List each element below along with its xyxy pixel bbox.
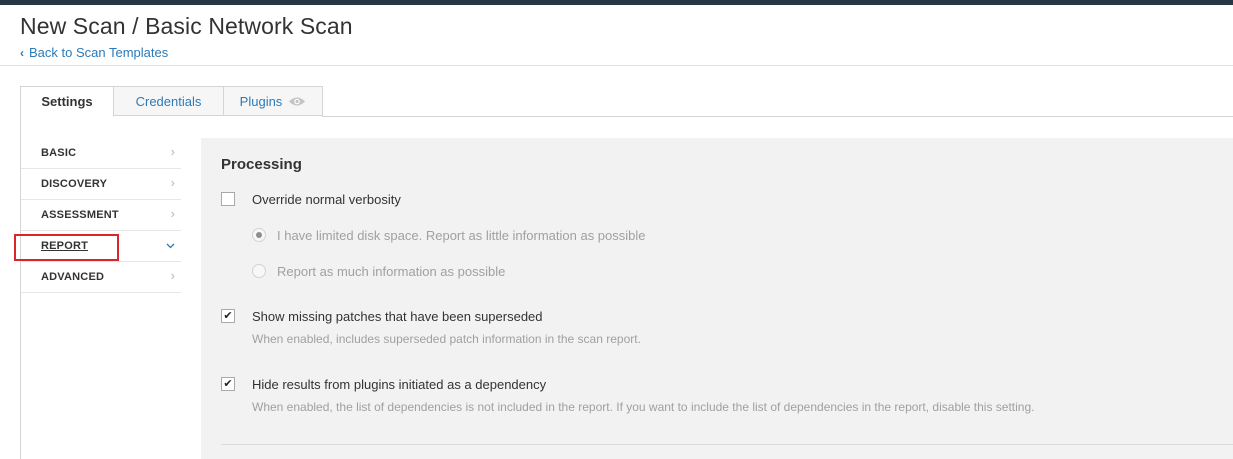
checkmark-icon: ✔	[223, 309, 233, 322]
superseded-checkbox[interactable]: ✔	[221, 309, 235, 323]
hide-dependency-checkbox[interactable]: ✔	[221, 377, 235, 391]
section-title: Processing	[221, 156, 302, 173]
sidebar-item-label: ASSESSMENT	[41, 209, 119, 221]
hide-dependency-label: Hide results from plugins initiated as a…	[252, 377, 547, 392]
override-verbosity-label: Override normal verbosity	[252, 192, 401, 207]
chevron-right-icon: ›	[170, 175, 175, 190]
page-title: New Scan / Basic Network Scan	[20, 13, 353, 39]
top-bar	[0, 0, 1233, 5]
checkmark-icon: ✔	[223, 377, 233, 390]
tabs-baseline	[322, 116, 1233, 117]
eye-icon	[288, 96, 306, 107]
settings-panel: Processing Override normal verbosity I h…	[201, 138, 1233, 459]
radio-report-much[interactable]	[252, 264, 266, 278]
sidebar-item-advanced[interactable]: ADVANCED ›	[21, 262, 181, 293]
sidebar-item-assessment[interactable]: ASSESSMENT ›	[21, 200, 181, 231]
tab-credentials[interactable]: Credentials	[114, 86, 224, 116]
sidebar-item-label: DISCOVERY	[41, 178, 108, 190]
radio-limited-disk[interactable]	[252, 228, 266, 242]
tab-credentials-label: Credentials	[135, 93, 202, 109]
radio-report-much-label: Report as much information as possible	[277, 264, 506, 279]
sidebar-item-label: ADVANCED	[41, 271, 105, 283]
chevron-right-icon: ›	[170, 206, 175, 221]
chevron-right-icon: ›	[170, 268, 175, 283]
radio-limited-disk-label: I have limited disk space. Report as lit…	[277, 228, 646, 243]
back-to-templates-link[interactable]: ‹ Back to Scan Templates	[20, 45, 168, 60]
tab-settings-label: Settings	[41, 94, 93, 109]
chevron-down-icon	[166, 237, 175, 252]
chevron-left-icon: ‹	[20, 45, 24, 60]
superseded-help: When enabled, includes superseded patch …	[252, 332, 641, 346]
sidebar-item-discovery[interactable]: DISCOVERY ›	[21, 169, 181, 200]
panel-divider	[221, 444, 1233, 445]
report-highlight-box	[14, 234, 119, 261]
radio-selected-dot	[256, 232, 262, 238]
tab-bar: Settings Credentials Plugins	[20, 86, 323, 117]
back-link-label: Back to Scan Templates	[29, 45, 169, 60]
superseded-label: Show missing patches that have been supe…	[252, 309, 543, 324]
override-verbosity-checkbox[interactable]	[221, 192, 235, 206]
header-divider	[0, 65, 1233, 66]
sidebar-item-basic[interactable]: BASIC ›	[21, 138, 181, 169]
chevron-right-icon: ›	[170, 144, 175, 159]
sidebar-item-label: BASIC	[41, 147, 77, 159]
hide-dependency-help: When enabled, the list of dependencies i…	[252, 400, 1035, 414]
tab-settings[interactable]: Settings	[20, 86, 114, 117]
tab-plugins[interactable]: Plugins	[224, 86, 323, 116]
settings-sidebar: BASIC › DISCOVERY › ASSESSMENT › REPORT …	[21, 138, 181, 293]
tab-plugins-label: Plugins	[239, 93, 283, 109]
